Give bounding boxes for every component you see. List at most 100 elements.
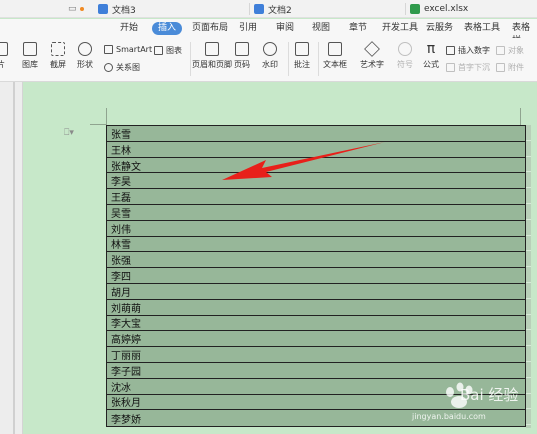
page-corner-mark bbox=[90, 124, 106, 125]
table-row-edge bbox=[526, 267, 531, 283]
attachment-icon bbox=[496, 63, 505, 72]
table-row-edge bbox=[526, 251, 531, 268]
tab-label: 文档2 bbox=[268, 5, 292, 16]
watermark-brand: Bai 经验 bbox=[460, 386, 519, 404]
menu-section[interactable]: 章节 bbox=[343, 22, 373, 35]
table-row-edge bbox=[526, 125, 531, 141]
object-icon bbox=[496, 46, 505, 55]
table-row[interactable]: 高婷婷 bbox=[107, 331, 525, 348]
vertical-ruler-area bbox=[0, 82, 23, 434]
relation-button[interactable]: 关系图 bbox=[104, 62, 140, 73]
table-row[interactable]: 刘伟 bbox=[107, 221, 525, 237]
table-row-edge bbox=[526, 236, 531, 252]
table-row[interactable]: 丁丽丽 bbox=[107, 347, 525, 363]
gallery-icon bbox=[23, 42, 37, 56]
page-number-button[interactable]: 页码 bbox=[234, 42, 250, 70]
header-footer-icon bbox=[205, 42, 219, 56]
table-row[interactable]: 王磊 bbox=[107, 189, 525, 205]
tab-excel[interactable]: excel.xlsx bbox=[406, 0, 537, 18]
textbox-icon bbox=[328, 42, 342, 56]
menu-table-style[interactable]: 表格样 bbox=[506, 22, 537, 46]
drop-cap-icon bbox=[446, 63, 455, 72]
menu-table-tools[interactable]: 表格工具 bbox=[458, 22, 506, 35]
table-row-edge bbox=[526, 220, 531, 236]
watermark-button[interactable]: 水印 bbox=[262, 42, 278, 70]
table-row-edge bbox=[526, 157, 531, 173]
tab-label: 文档3 bbox=[112, 5, 136, 16]
watermark-icon bbox=[263, 42, 277, 56]
ribbon-divider bbox=[318, 42, 319, 76]
screenshot-button[interactable]: 截屏 bbox=[50, 42, 66, 70]
first-char-button[interactable]: 首字下沉 bbox=[446, 62, 490, 73]
symbol-icon bbox=[398, 42, 412, 56]
menu-page-layout[interactable]: 页面布局 bbox=[186, 22, 234, 35]
screenshot-icon bbox=[51, 42, 65, 56]
comment-icon bbox=[295, 42, 309, 56]
relation-icon bbox=[104, 63, 113, 72]
table-row-edge bbox=[526, 188, 531, 204]
ribbon-toolbar: 片 图库 截屏 形状 SmartArt 图表 关系图 页眉和页脚 页码 水印 批… bbox=[0, 38, 537, 82]
window-icon[interactable]: ▭ bbox=[68, 4, 77, 14]
symbol-button[interactable]: 符号 bbox=[397, 42, 413, 70]
chart-icon bbox=[154, 46, 163, 55]
arrow-shape bbox=[222, 142, 385, 180]
menu-home[interactable]: 开始 bbox=[114, 22, 144, 35]
table-row[interactable]: 张强 bbox=[107, 252, 525, 269]
number-icon bbox=[446, 46, 455, 55]
picture-icon bbox=[0, 42, 8, 56]
shape-icon bbox=[78, 42, 92, 56]
table-row-edge bbox=[526, 315, 531, 331]
header-footer-button[interactable]: 页眉和页脚 bbox=[192, 42, 232, 70]
table-row-edge bbox=[526, 172, 531, 189]
word-doc-icon bbox=[254, 4, 264, 14]
table-row-edge bbox=[526, 141, 531, 157]
table-row[interactable]: 李子园 bbox=[107, 363, 525, 379]
watermark-url: jingyan.baidu.com bbox=[412, 412, 486, 421]
table-row-edge bbox=[526, 283, 531, 299]
table-row-edge bbox=[526, 204, 531, 220]
menu-developer[interactable]: 开发工具 bbox=[376, 22, 424, 35]
menu-references[interactable]: 引用 bbox=[233, 22, 263, 35]
object-button[interactable]: 对象 bbox=[496, 45, 524, 56]
word-doc-icon bbox=[98, 4, 108, 14]
ribbon-divider bbox=[190, 42, 191, 76]
menu-cloud[interactable]: 云服务 bbox=[420, 22, 459, 35]
chart-button[interactable]: 图表 bbox=[154, 45, 182, 56]
excel-doc-icon bbox=[410, 4, 420, 14]
shape-button[interactable]: 形状 bbox=[77, 42, 93, 70]
comment-button[interactable]: 批注 bbox=[294, 42, 310, 70]
gallery-button[interactable]: 图库 bbox=[22, 42, 38, 70]
paragraph-handle-icon[interactable]: ⎕▾ bbox=[64, 128, 74, 138]
page-corner-mark bbox=[520, 108, 521, 125]
textbox-button[interactable]: 文本框 bbox=[323, 42, 347, 70]
table-row-edge bbox=[526, 346, 531, 362]
ribbon-menu: 开始 插入 页面布局 引用 审阅 视图 章节 开发工具 云服务 表格工具 表格样 bbox=[0, 19, 537, 46]
wordart-icon bbox=[364, 41, 380, 57]
tab-doc3[interactable]: 文档3 bbox=[94, 0, 250, 18]
table-row-edge bbox=[526, 330, 531, 347]
attachment-button[interactable]: 附件 bbox=[496, 62, 524, 73]
formula-button[interactable]: π 公式 bbox=[423, 42, 439, 70]
tab-doc2[interactable]: 文档2 bbox=[250, 0, 406, 18]
menu-insert[interactable]: 插入 bbox=[152, 22, 183, 35]
page-number-icon bbox=[235, 42, 249, 56]
smartart-icon bbox=[104, 45, 113, 54]
red-arrow-annotation bbox=[222, 142, 385, 180]
pi-icon: π bbox=[426, 41, 436, 57]
unsaved-dot bbox=[80, 7, 84, 11]
picture-button[interactable]: 片 bbox=[0, 42, 8, 70]
menu-view[interactable]: 视图 bbox=[306, 22, 336, 35]
table-row[interactable]: 林雪 bbox=[107, 237, 525, 253]
insert-number-button[interactable]: 插入数字 bbox=[446, 45, 490, 56]
table-row-edge bbox=[526, 299, 531, 315]
vertical-ruler[interactable] bbox=[13, 82, 15, 434]
wordart-button[interactable]: 艺术字 bbox=[360, 41, 384, 70]
table-row[interactable]: 吴雪 bbox=[107, 205, 525, 221]
table-row[interactable]: 李四 bbox=[107, 268, 525, 284]
menu-review[interactable]: 审阅 bbox=[270, 22, 300, 35]
table-row[interactable]: 胡月 bbox=[107, 284, 525, 300]
table-row[interactable]: 李大宝 bbox=[107, 316, 525, 332]
table-row[interactable]: 刘萌萌 bbox=[107, 300, 525, 316]
smartart-button[interactable]: SmartArt bbox=[104, 45, 152, 54]
ribbon-divider bbox=[288, 42, 289, 76]
